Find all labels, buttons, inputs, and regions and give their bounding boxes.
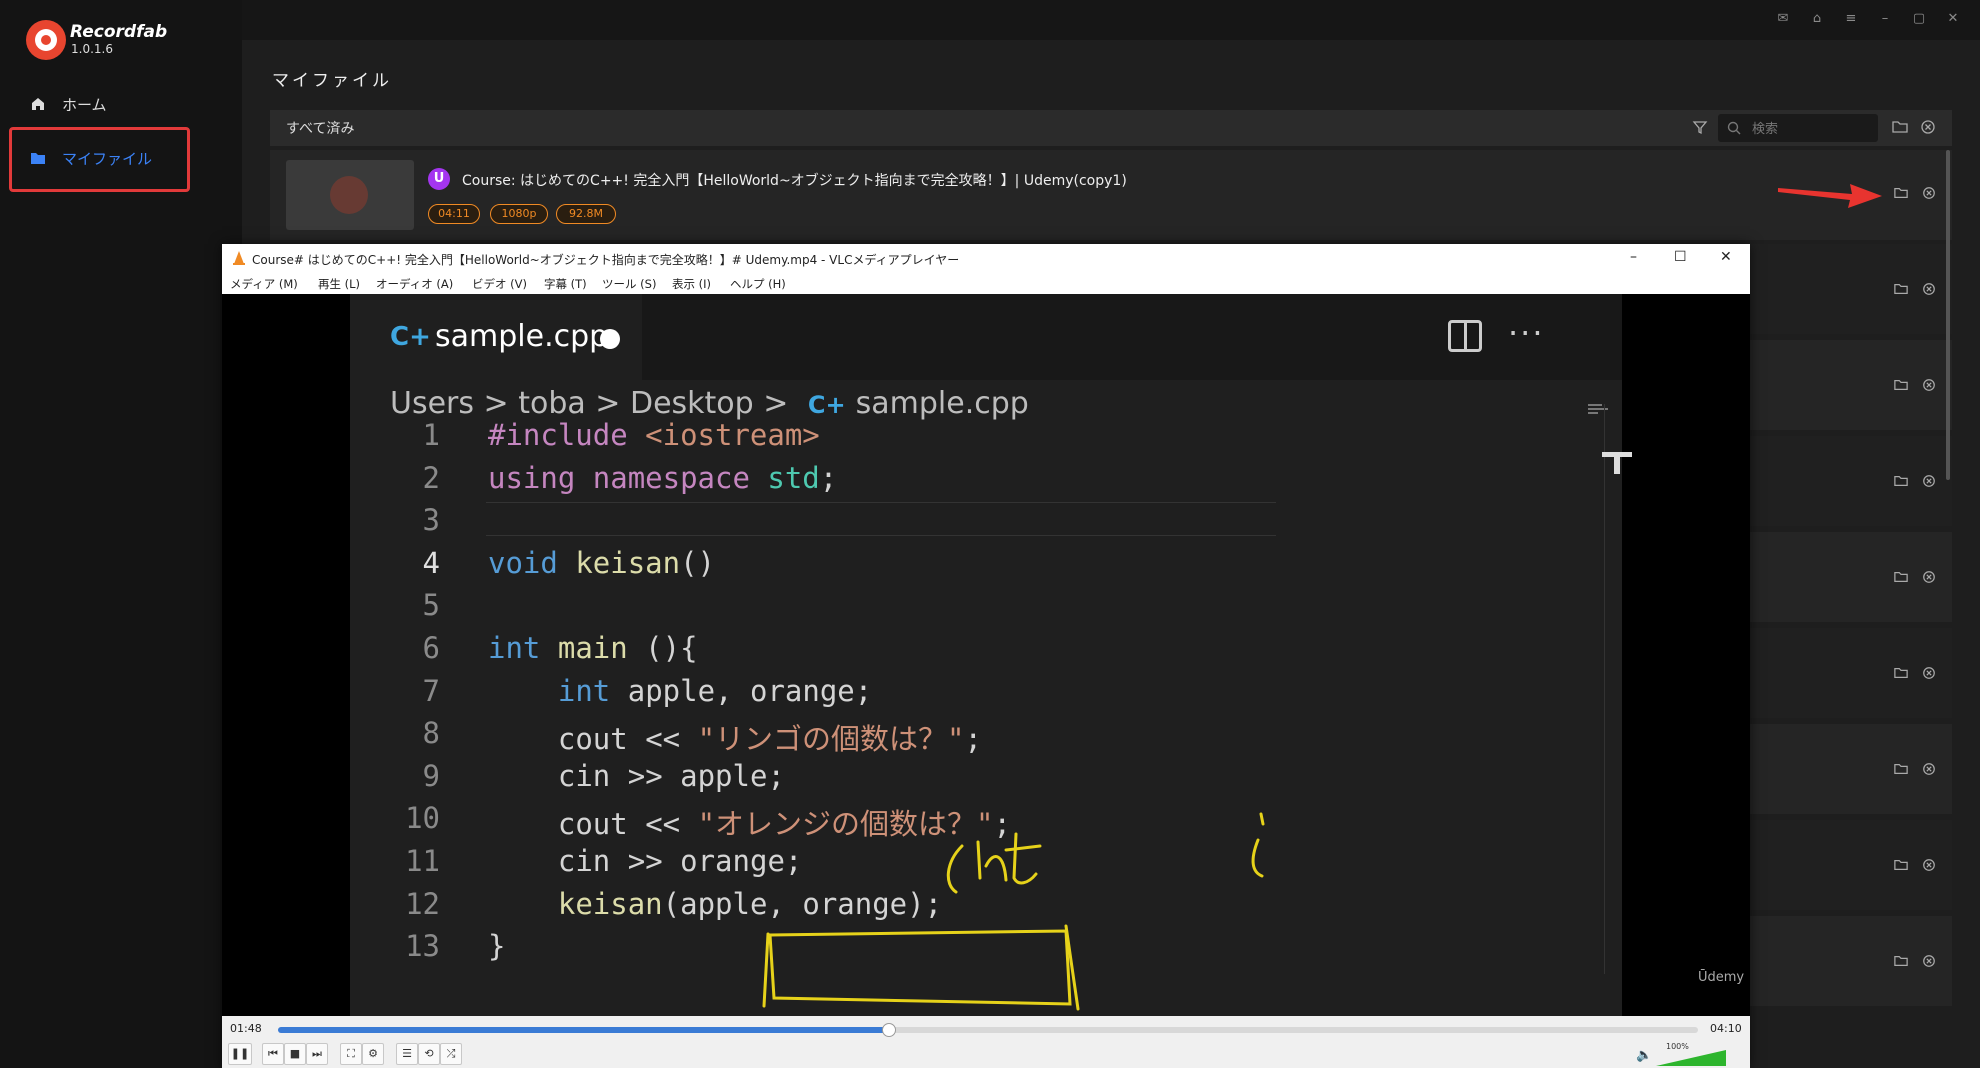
duration-badge: 04:11 [428, 204, 480, 224]
sidebar-item-label: マイファイル [62, 149, 153, 168]
menu-tools[interactable]: ツール (S) [602, 276, 656, 292]
window-titlebar [242, 0, 1980, 40]
menu-audio[interactable]: オーディオ (A) [376, 276, 453, 292]
volume-icon[interactable]: 🔈 [1636, 1048, 1652, 1063]
search-input[interactable] [1718, 114, 1878, 142]
open-folder-icon[interactable] [1894, 954, 1908, 968]
mail-icon[interactable]: ✉ [1774, 10, 1792, 28]
remove-icon[interactable] [1922, 858, 1936, 872]
loop-button[interactable]: ⟲ [418, 1043, 440, 1065]
next-button[interactable]: ⏭ [306, 1043, 328, 1065]
cart-icon[interactable]: ⌂ [1808, 10, 1826, 28]
scrollbar[interactable] [1946, 150, 1950, 480]
remove-icon[interactable] [1922, 954, 1936, 968]
code-editor-frame: C+ sample.cpp ··· Users > toba > Desktop… [350, 294, 1744, 1016]
playlist-button[interactable]: ☰ [396, 1043, 418, 1065]
vlc-window: Course# はじめてのC++! 完全入門【HelloWorld~オブジェクト… [222, 244, 1750, 1068]
pause-button[interactable]: ❚❚ [228, 1043, 252, 1065]
open-folder-icon[interactable] [1894, 282, 1908, 296]
minimize-icon[interactable]: – [1630, 249, 1637, 265]
vlc-cone-icon [233, 251, 245, 265]
file-title: Course: はじめてのC++! 完全入門【HelloWorld~オブジェクト… [462, 173, 1127, 189]
page-title: マイファイル [272, 71, 392, 91]
sidebar: Recordfab 1.0.1.6 ホーム マイファイル [0, 0, 242, 1068]
filter-label: すべて済み [286, 121, 355, 137]
vlc-window-title: Course# はじめてのC++! 完全入門【HelloWorld~オブジェクト… [252, 253, 960, 267]
total-time: 04:10 [1710, 1022, 1742, 1035]
menu-icon[interactable]: ≡ [1842, 10, 1860, 28]
menu-media[interactable]: メディア (M) [230, 276, 298, 292]
sidebar-item-my-files[interactable]: マイファイル [16, 136, 216, 180]
vlc-titlebar: Course# はじめてのC++! 完全入門【HelloWorld~オブジェクト… [222, 244, 1750, 272]
open-folder-icon[interactable] [1894, 858, 1908, 872]
fullscreen-button[interactable]: ⛶ [340, 1043, 362, 1065]
app-version: 1.0.1.6 [71, 42, 113, 56]
remove-icon[interactable] [1922, 186, 1936, 200]
close-icon[interactable]: ✕ [1944, 10, 1962, 28]
sidebar-item-home[interactable]: ホーム [16, 82, 216, 126]
handwriting-annotation [762, 812, 1265, 1011]
seek-handle[interactable] [881, 1023, 896, 1037]
sidebar-item-label: ホーム [62, 95, 107, 114]
maximize-icon[interactable]: ▢ [1910, 10, 1928, 28]
udemy-icon: U [428, 168, 450, 190]
video-thumbnail[interactable] [286, 160, 414, 230]
open-folder-icon[interactable] [1894, 474, 1908, 488]
video-area[interactable]: C+ sample.cpp ··· Users > toba > Desktop… [222, 294, 1750, 1016]
filter-icon[interactable] [1692, 119, 1708, 135]
app-name: Recordfab [70, 22, 168, 42]
clear-all-icon[interactable] [1920, 119, 1936, 135]
search-placeholder: 検索 [1752, 122, 1779, 137]
elapsed-time: 01:48 [230, 1022, 262, 1035]
previous-button[interactable]: ⏮ [262, 1043, 284, 1065]
folder-icon [31, 153, 45, 164]
filesize-badge: 92.8M [556, 204, 616, 224]
recordfab-app: Recordfab 1.0.1.6 ホーム マイファイル ✉ ⌂ ≡ – ▢ ✕… [0, 0, 1980, 1068]
open-folder-icon[interactable] [1894, 570, 1908, 584]
red-arrow-annotation [1778, 184, 1882, 208]
menu-help[interactable]: ヘルプ (H) [730, 276, 786, 292]
vlc-menubar: メディア (M) 再生 (L) オーディオ (A) ビデオ (V) 字幕 (T)… [222, 272, 1750, 294]
open-folder-icon[interactable] [1894, 186, 1908, 200]
open-folder-icon[interactable] [1894, 666, 1908, 680]
search-icon [1727, 121, 1741, 135]
open-folder-icon[interactable] [1892, 119, 1908, 135]
volume-slider[interactable] [1656, 1050, 1726, 1066]
list-item[interactable] [270, 150, 1952, 240]
maximize-icon[interactable]: ☐ [1674, 249, 1687, 265]
remove-icon[interactable] [1922, 282, 1936, 296]
remove-icon[interactable] [1922, 474, 1936, 488]
menu-view[interactable]: 表示 (I) [672, 276, 711, 292]
remove-icon[interactable] [1922, 762, 1936, 776]
udemy-watermark: Ūdemy [1698, 970, 1745, 985]
menu-playback[interactable]: 再生 (L) [318, 276, 360, 292]
vlc-controls: 01:48 04:10 ❚❚ ⏮ ■ ⏭ ⛶ ⚙ ☰ ⟲ ⤮ 🔈 100% [222, 1016, 1750, 1068]
home-icon [32, 98, 44, 110]
stop-button[interactable]: ■ [284, 1043, 306, 1065]
seek-bar[interactable] [278, 1023, 1698, 1037]
app-logo [26, 20, 66, 60]
resolution-badge: 1080p [490, 204, 548, 224]
menu-subtitle[interactable]: 字幕 (T) [544, 276, 587, 292]
extended-settings-button[interactable]: ⚙ [362, 1043, 384, 1065]
remove-icon[interactable] [1922, 378, 1936, 392]
menu-video[interactable]: ビデオ (V) [472, 276, 527, 292]
minimize-icon[interactable]: – [1876, 10, 1894, 28]
close-icon[interactable]: ✕ [1720, 249, 1732, 265]
open-folder-icon[interactable] [1894, 762, 1908, 776]
shuffle-button[interactable]: ⤮ [440, 1043, 462, 1065]
open-folder-icon[interactable] [1894, 378, 1908, 392]
remove-icon[interactable] [1922, 666, 1936, 680]
remove-icon[interactable] [1922, 570, 1936, 584]
seek-progress [278, 1027, 889, 1033]
